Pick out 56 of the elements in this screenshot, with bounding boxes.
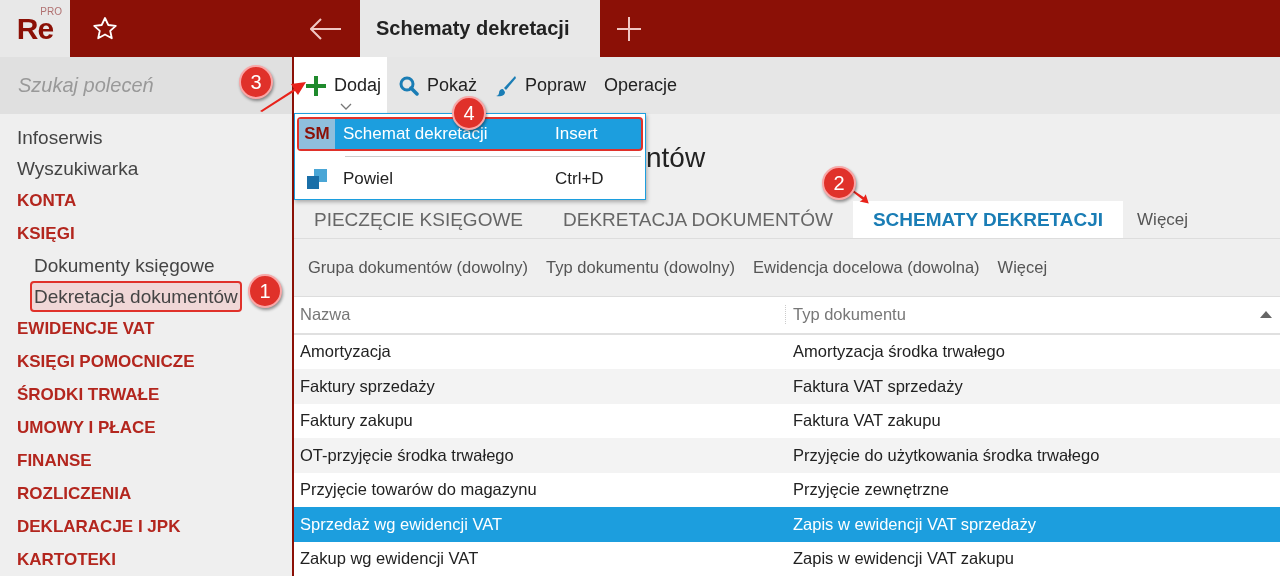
table-cell-text: Zakup wg ewidencji VAT [299, 549, 480, 569]
table-cell-text: Faktury sprzedaży [299, 376, 436, 396]
tab[interactable]: SCHEMATY DEKRETACJI [852, 200, 1124, 239]
filter-button[interactable]: Grupa dokumentów (dowolny) [308, 257, 529, 277]
filter-button[interactable]: Typ dokumentu (dowolny) [546, 257, 736, 277]
nav-item[interactable]: Dokumenty księgowe [30, 250, 219, 281]
toolbar-button[interactable]: Popraw [483, 57, 593, 115]
plus-icon[interactable] [616, 15, 642, 42]
plus-icon [306, 75, 326, 96]
nav-section[interactable]: KSIĘGI POMOCNICZE [17, 345, 195, 378]
table-cell-text: Przyjęcie towarów do magazynu [299, 480, 538, 500]
table-cell-text: OT-przyjęcie środka trwałego [299, 445, 515, 465]
nav-link[interactable]: Wyszukiwarka [17, 153, 139, 184]
table-row[interactable]: Faktury sprzedaży Faktura VAT sprzedaży [294, 369, 1280, 404]
window-tab[interactable]: Schematy dekretacji [360, 0, 600, 57]
back-arrow-icon[interactable] [310, 17, 342, 40]
nav-item[interactable]: Dekretacja dokumentów [30, 281, 242, 312]
tab[interactable]: DEKRETACJA DOKUMENTÓW [543, 200, 853, 239]
table-cell-text: Przyjęcie do użytkowania środka trwałego [792, 445, 1100, 465]
nav-section[interactable]: FINANSE [17, 444, 92, 477]
filter-button[interactable]: Ewidencja docelowa (dowolna) [753, 257, 980, 277]
toolbar-button[interactable]: Dodaj [294, 57, 388, 115]
nav-section[interactable]: UMOWY I PŁACE [17, 411, 156, 444]
more-tab[interactable]: Więcej [1123, 200, 1203, 239]
nav-section[interactable]: KARTOTEKI [17, 543, 116, 576]
nav-link[interactable]: Infoserwis [17, 122, 103, 153]
table-row[interactable]: OT-przyjęcie środka trwałego Przyjęcie do użytkowania środka trwałego [294, 438, 1280, 473]
column-header[interactable]: Nazwa [294, 305, 786, 324]
star-icon[interactable] [92, 15, 118, 42]
caret-icon [340, 103, 352, 111]
menu-item-icon: SM [299, 119, 335, 149]
sort-icon[interactable] [1260, 311, 1272, 318]
filter-button[interactable]: Więcej [997, 257, 1048, 277]
table-cell-text: Amortyzacja środka trwałego [792, 342, 1005, 362]
search-icon [399, 75, 420, 96]
nav-section[interactable]: EWIDENCJE VAT [17, 312, 155, 345]
nav-section[interactable]: KONTA [17, 184, 77, 217]
table-cell-text: Amortyzacja [299, 342, 392, 362]
table-cell-text: Faktura VAT zakupu [792, 411, 941, 431]
column-header[interactable]: Typ dokumentu [786, 305, 906, 324]
brush-icon [495, 74, 518, 97]
nav-section[interactable]: ROZLICZENIA [17, 477, 132, 510]
table-cell-text: Sprzedaż wg ewidencji VAT [299, 514, 504, 534]
nav-section[interactable]: ŚRODKI TRWAŁE [17, 378, 160, 411]
toolbar-button[interactable]: Operacje [592, 57, 684, 115]
nav-section[interactable]: DEKLARACJE I JPK [17, 510, 181, 543]
menu-item[interactable]: Powiel Ctrl+D [297, 162, 643, 196]
table-cell-text: Faktura VAT sprzedaży [792, 376, 963, 396]
copy-icon [307, 169, 327, 189]
table-cell-text: Faktury zakupu [299, 411, 414, 431]
app-logo: RePRO [0, 0, 70, 57]
table-cell-text: Przyjęcie zewnętrzne [792, 480, 949, 500]
tab[interactable]: PIECZĘCIE KSIĘGOWE [294, 200, 544, 239]
table-cell-text: Zapis w ewidencji VAT sprzedaży [792, 514, 1036, 534]
table-cell-text: Zapis w ewidencji VAT zakupu [792, 549, 1015, 569]
nav-section[interactable]: KSIĘGI [17, 217, 75, 250]
